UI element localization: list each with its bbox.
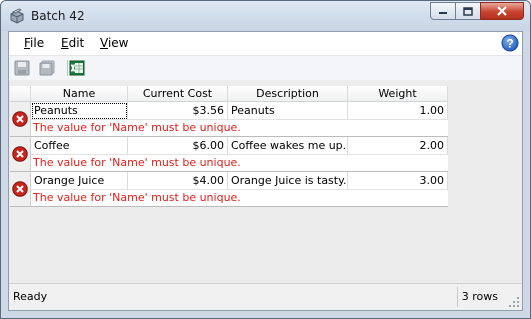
save-all-icon[interactable] [39,60,55,76]
row-error-message: The value for 'Name' must be unique. [31,190,448,207]
column-header-current-cost[interactable]: Current Cost [128,86,228,101]
table-row[interactable]: Orange Juice $4.00 Orange Juice is tasty… [10,172,448,207]
close-icon [497,6,507,16]
grid-header: Name Current Cost Description Weight [10,86,448,102]
cell-name[interactable]: Coffee [31,137,128,155]
app-icon [10,8,24,24]
column-header-description[interactable]: Description [228,86,348,101]
column-header-name[interactable]: Name [31,86,128,101]
save-icon[interactable] [14,60,30,76]
status-bar: Ready 3 rows [9,283,522,310]
row-error-message: The value for 'Name' must be unique. [31,155,448,172]
menu-edit-label: dit [68,36,85,50]
status-divider [457,287,458,307]
error-icon [12,111,28,127]
table-row[interactable]: Peanuts $3.56 Peanuts 1.00 The value for… [10,102,448,137]
close-button[interactable] [480,2,524,20]
cell-current-cost[interactable]: $4.00 [128,172,228,190]
menu-view[interactable]: View [100,36,128,50]
menu-edit-accel: E [61,36,69,50]
grid-area: Name Current Cost Description Weight Pea… [9,80,522,283]
maximize-icon [463,6,473,16]
row-count: 3 rows [461,290,498,303]
row-header[interactable] [10,102,31,137]
column-header-weight[interactable]: Weight [348,86,448,101]
svg-text:?: ? [506,37,513,51]
maximize-button[interactable] [455,2,481,20]
error-icon [12,146,28,162]
menu-view-accel: V [100,36,108,50]
minimize-icon [439,12,447,14]
minimize-button[interactable] [430,2,456,20]
toolbar-separator [67,60,68,76]
app-window: Batch 42 File Edit View ? Name Current C… [0,0,531,319]
cell-current-cost[interactable]: $3.56 [128,102,228,120]
menu-edit[interactable]: Edit [61,36,84,50]
toolbar [9,55,522,81]
cell-weight[interactable]: 3.00 [348,172,448,190]
menu-file-label: ile [30,36,45,50]
table-row[interactable]: Coffee $6.00 Coffee wakes me up. 2.00 Th… [10,137,448,172]
row-header[interactable] [10,137,31,172]
resize-grip-icon[interactable] [508,296,520,308]
title-bar[interactable]: Batch 42 [1,1,530,31]
cell-name[interactable]: Orange Juice [31,172,128,190]
menu-file[interactable]: File [24,36,44,50]
error-icon [12,181,28,197]
cell-description[interactable]: Orange Juice is tasty. [228,172,348,190]
client-area: File Edit View ? Name Current Cost Descr… [8,31,523,311]
window-title: Batch 42 [31,9,85,23]
row-header[interactable] [10,172,31,207]
status-text: Ready [13,290,48,303]
cell-weight[interactable]: 1.00 [348,102,448,120]
menu-bar: File Edit View ? [9,32,522,55]
cell-weight[interactable]: 2.00 [348,137,448,155]
cell-name[interactable]: Peanuts [31,102,128,120]
row-error-message: The value for 'Name' must be unique. [31,120,448,137]
cell-current-cost[interactable]: $6.00 [128,137,228,155]
row-header-corner [10,86,31,101]
cell-description[interactable]: Peanuts [228,102,348,120]
excel-export-icon[interactable] [69,60,85,76]
cell-description[interactable]: Coffee wakes me up. [228,137,348,155]
help-icon[interactable]: ? [501,34,519,52]
menu-view-label: iew [107,36,129,50]
